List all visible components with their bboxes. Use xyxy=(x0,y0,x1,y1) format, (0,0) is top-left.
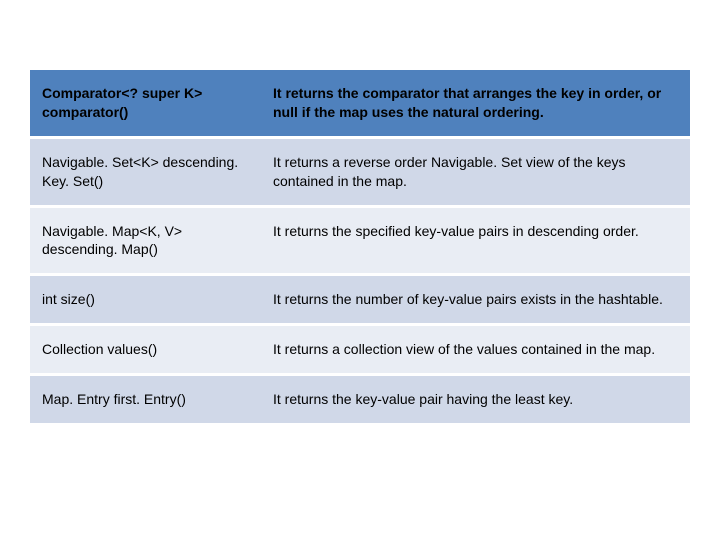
table-row: Comparator<? super K> comparator() It re… xyxy=(30,70,690,137)
method-cell: int size() xyxy=(30,275,261,325)
desc-cell: It returns the number of key-value pairs… xyxy=(261,275,690,325)
table-row: int size() It returns the number of key-… xyxy=(30,275,690,325)
api-table: Comparator<? super K> comparator() It re… xyxy=(30,70,690,426)
method-cell: Comparator<? super K> comparator() xyxy=(30,70,261,137)
method-cell: Collection values() xyxy=(30,325,261,375)
desc-cell: It returns the comparator that arranges … xyxy=(261,70,690,137)
desc-cell: It returns a reverse order Navigable. Se… xyxy=(261,137,690,206)
desc-cell: It returns the key-value pair having the… xyxy=(261,375,690,425)
method-cell: Navigable. Set<K> descending. Key. Set() xyxy=(30,137,261,206)
desc-cell: It returns the specified key-value pairs… xyxy=(261,206,690,275)
desc-cell: It returns a collection view of the valu… xyxy=(261,325,690,375)
table-row: Navigable. Set<K> descending. Key. Set()… xyxy=(30,137,690,206)
table-row: Navigable. Map<K, V> descending. Map() I… xyxy=(30,206,690,275)
table-row: Collection values() It returns a collect… xyxy=(30,325,690,375)
method-cell: Map. Entry first. Entry() xyxy=(30,375,261,425)
method-cell: Navigable. Map<K, V> descending. Map() xyxy=(30,206,261,275)
slide: Comparator<? super K> comparator() It re… xyxy=(0,0,720,540)
table-row: Map. Entry first. Entry() It returns the… xyxy=(30,375,690,425)
